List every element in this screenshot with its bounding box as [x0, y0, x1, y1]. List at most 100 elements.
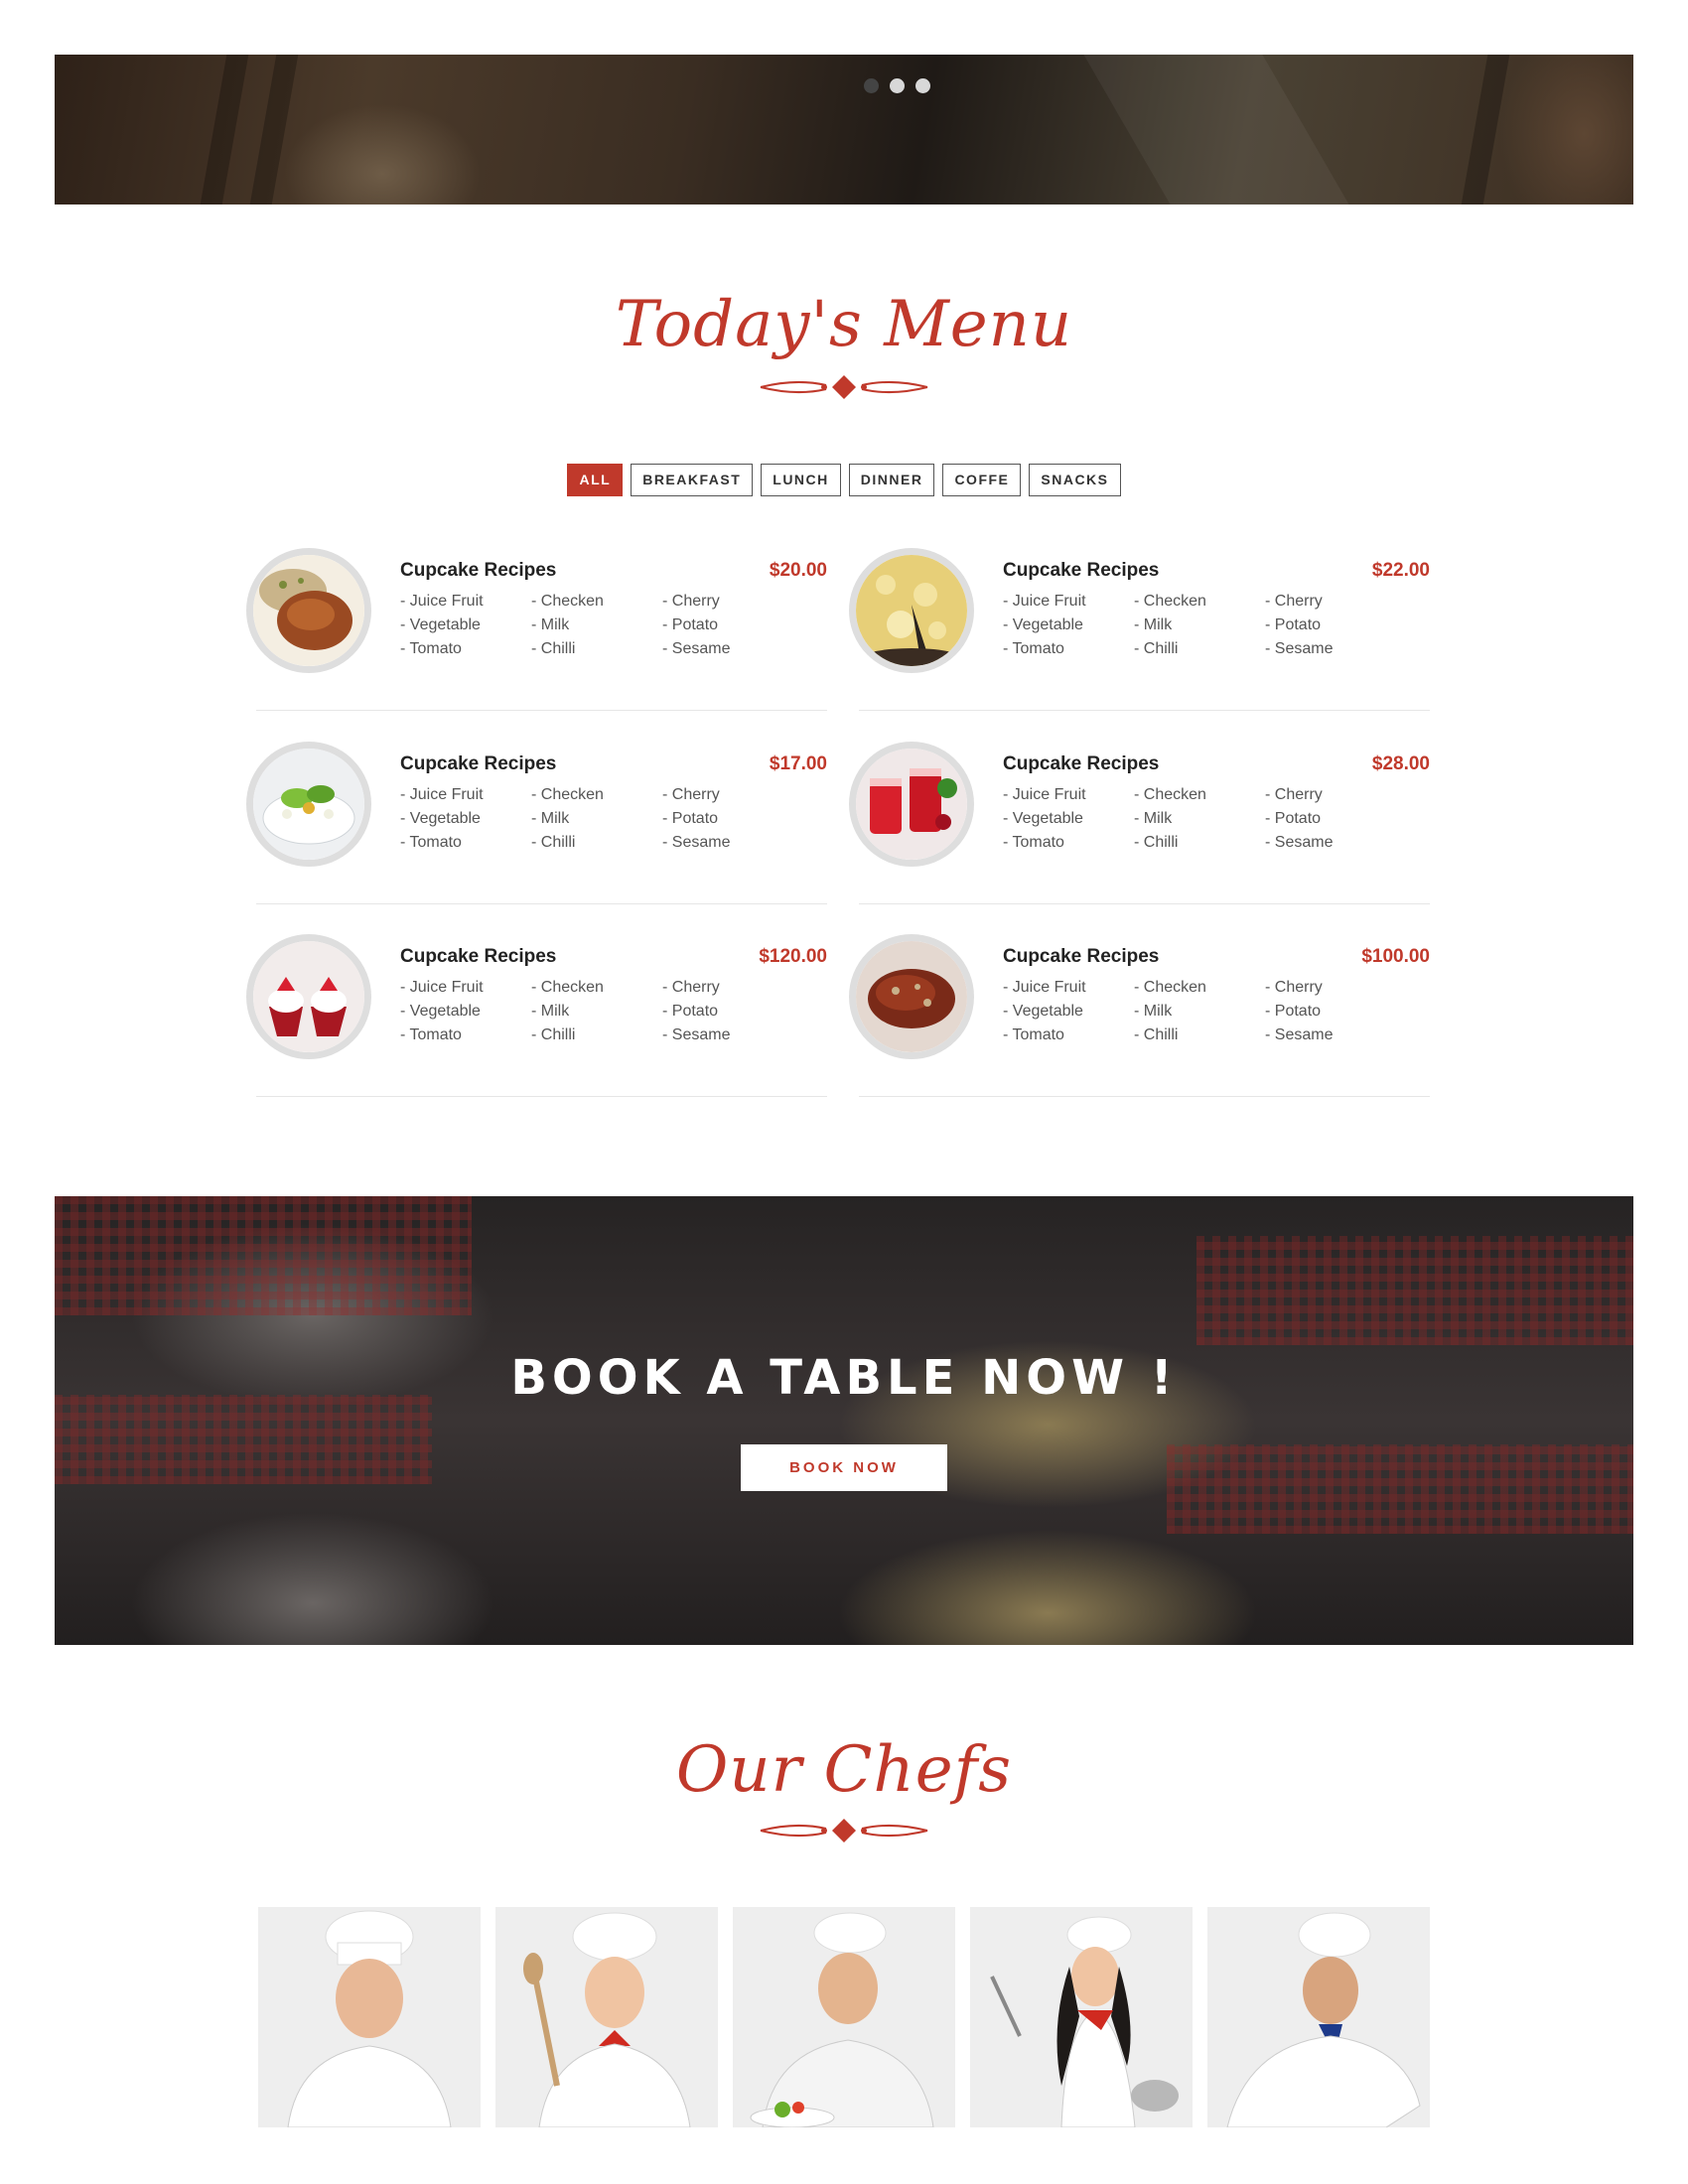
ingredient: - Tomato — [1003, 1026, 1064, 1043]
chef-photo-senior-chef[interactable] — [1207, 1907, 1430, 2127]
ingredient: - Potato — [662, 616, 719, 633]
ingredient: - Tomato — [1003, 834, 1064, 851]
ingredient: - Vegetable — [1003, 810, 1083, 827]
ingredient: - Cherry — [1265, 593, 1323, 610]
ingredient: - Sesame — [662, 834, 731, 851]
menu-item-name: Cupcake Recipes — [400, 560, 557, 581]
food-image-strawberry-cupcakes — [246, 934, 371, 1059]
menu-item[interactable]: Cupcake Recipes $28.00 - Juice Fruit - C… — [849, 742, 1430, 934]
item-divider — [859, 1096, 1430, 1097]
ingredient: - Milk — [1134, 810, 1173, 827]
slider-dot[interactable] — [864, 78, 879, 93]
ingredient: - Milk — [531, 616, 570, 633]
ingredient: - Checken — [531, 593, 604, 610]
ingredient: - Juice Fruit — [1003, 593, 1086, 610]
ingredient: - Milk — [1134, 1003, 1173, 1020]
ingredient: - Juice Fruit — [400, 786, 484, 803]
ingredient: - Cherry — [662, 786, 720, 803]
ingredient: - Sesame — [1265, 640, 1334, 657]
ingredient: - Cherry — [1265, 786, 1323, 803]
book-now-button[interactable]: BOOK NOW — [741, 1444, 947, 1491]
chef-photo-male-chef-salad[interactable] — [733, 1907, 955, 2127]
ingredient: - Tomato — [400, 640, 462, 657]
filter-tab-dinner[interactable]: DINNER — [848, 464, 935, 496]
menu-item[interactable]: Cupcake Recipes $100.00 - Juice Fruit - … — [849, 934, 1430, 1127]
ingredient: - Checken — [1134, 593, 1206, 610]
food-image-red-drinks — [849, 742, 974, 867]
chef-gallery — [258, 1907, 1430, 2127]
ingredient-list: - Juice Fruit - Checken - Cherry - Veget… — [1003, 593, 1400, 658]
ingredient: - Juice Fruit — [400, 979, 484, 996]
filter-tab-coffe[interactable]: COFFE — [942, 464, 1022, 496]
banner-decor — [1196, 1236, 1633, 1345]
filter-tab-breakfast[interactable]: BREAKFAST — [631, 464, 754, 496]
ingredient: - Juice Fruit — [1003, 786, 1086, 803]
ingredient: - Milk — [531, 810, 570, 827]
booking-banner: BOOK A TABLE NOW ! BOOK NOW — [55, 1196, 1633, 1645]
ingredient: - Checken — [531, 979, 604, 996]
chef-photo-male-chef-1[interactable] — [258, 1907, 481, 2127]
ingredient-list: - Juice Fruit - Checken - Cherry - Veget… — [1003, 979, 1400, 1044]
ingredient: - Vegetable — [1003, 616, 1083, 633]
menu-item-name: Cupcake Recipes — [1003, 560, 1160, 581]
ornament-divider — [760, 1819, 928, 1843]
ingredient: - Checken — [531, 786, 604, 803]
filter-tab-all[interactable]: ALL — [567, 464, 624, 496]
slider-dot[interactable] — [915, 78, 930, 93]
ingredient: - Sesame — [1265, 1026, 1334, 1043]
slider-dot[interactable] — [890, 78, 905, 93]
food-image-roast-chicken — [246, 548, 371, 673]
ingredient: - Tomato — [400, 1026, 462, 1043]
ingredient: - Potato — [1265, 1003, 1322, 1020]
hero-decor — [1461, 55, 1510, 205]
ingredient: - Chilli — [531, 640, 576, 657]
ingredient: - Vegetable — [400, 616, 481, 633]
ingredient: - Juice Fruit — [1003, 979, 1086, 996]
menu-item-price: $28.00 — [1371, 753, 1430, 774]
ingredient: - Chilli — [1134, 1026, 1179, 1043]
menu-item-name: Cupcake Recipes — [1003, 753, 1160, 774]
item-divider — [256, 903, 827, 904]
ingredient: - Cherry — [1265, 979, 1323, 996]
ingredient: - Chilli — [531, 834, 576, 851]
banner-decor — [55, 1196, 472, 1315]
ingredient: - Cherry — [662, 593, 720, 610]
ingredient: - Checken — [1134, 786, 1206, 803]
chef-photo-female-chef-whisk[interactable] — [970, 1907, 1193, 2127]
ornament-divider — [760, 375, 928, 399]
ingredient-list: - Juice Fruit - Checken - Cherry - Veget… — [1003, 786, 1400, 852]
ingredient: - Milk — [1134, 616, 1173, 633]
slider-dots — [864, 78, 930, 93]
food-image-meatloaf — [849, 934, 974, 1059]
item-divider — [859, 710, 1430, 711]
filter-tab-snacks[interactable]: SNACKS — [1029, 464, 1121, 496]
chef-photo-female-chef-spoon[interactable] — [495, 1907, 718, 2127]
ingredient: - Potato — [662, 1003, 719, 1020]
ingredient: - Sesame — [662, 640, 731, 657]
ingredient: - Vegetable — [400, 810, 481, 827]
filter-tab-lunch[interactable]: LUNCH — [761, 464, 841, 496]
menu-item[interactable]: Cupcake Recipes $120.00 - Juice Fruit - … — [246, 934, 827, 1127]
hero-decor — [1083, 55, 1349, 205]
ingredient: - Vegetable — [400, 1003, 481, 1020]
menu-item-name: Cupcake Recipes — [400, 753, 557, 774]
item-divider — [256, 710, 827, 711]
menu-item-price: $20.00 — [769, 560, 827, 581]
menu-filter-tabs: ALL BREAKFAST LUNCH DINNER COFFE SNACKS — [0, 464, 1688, 496]
ingredient: - Chilli — [1134, 834, 1179, 851]
ingredient: - Vegetable — [1003, 1003, 1083, 1020]
banner-decor — [55, 1395, 432, 1484]
ingredient: - Sesame — [662, 1026, 731, 1043]
food-image-salad — [246, 742, 371, 867]
menu-item[interactable]: Cupcake Recipes $20.00 - Juice Fruit - C… — [246, 548, 827, 741]
ingredient: - Checken — [1134, 979, 1206, 996]
menu-item[interactable]: Cupcake Recipes $17.00 - Juice Fruit - C… — [246, 742, 827, 934]
menu-item[interactable]: Cupcake Recipes $22.00 - Juice Fruit - C… — [849, 548, 1430, 741]
item-divider — [256, 1096, 827, 1097]
ingredient: - Chilli — [531, 1026, 576, 1043]
booking-title: BOOK A TABLE NOW ! — [510, 1350, 1178, 1406]
ingredient-list: - Juice Fruit - Checken - Cherry - Veget… — [400, 979, 797, 1044]
ingredient: - Potato — [1265, 616, 1322, 633]
ingredient: - Juice Fruit — [400, 593, 484, 610]
banner-decor — [1167, 1444, 1633, 1534]
